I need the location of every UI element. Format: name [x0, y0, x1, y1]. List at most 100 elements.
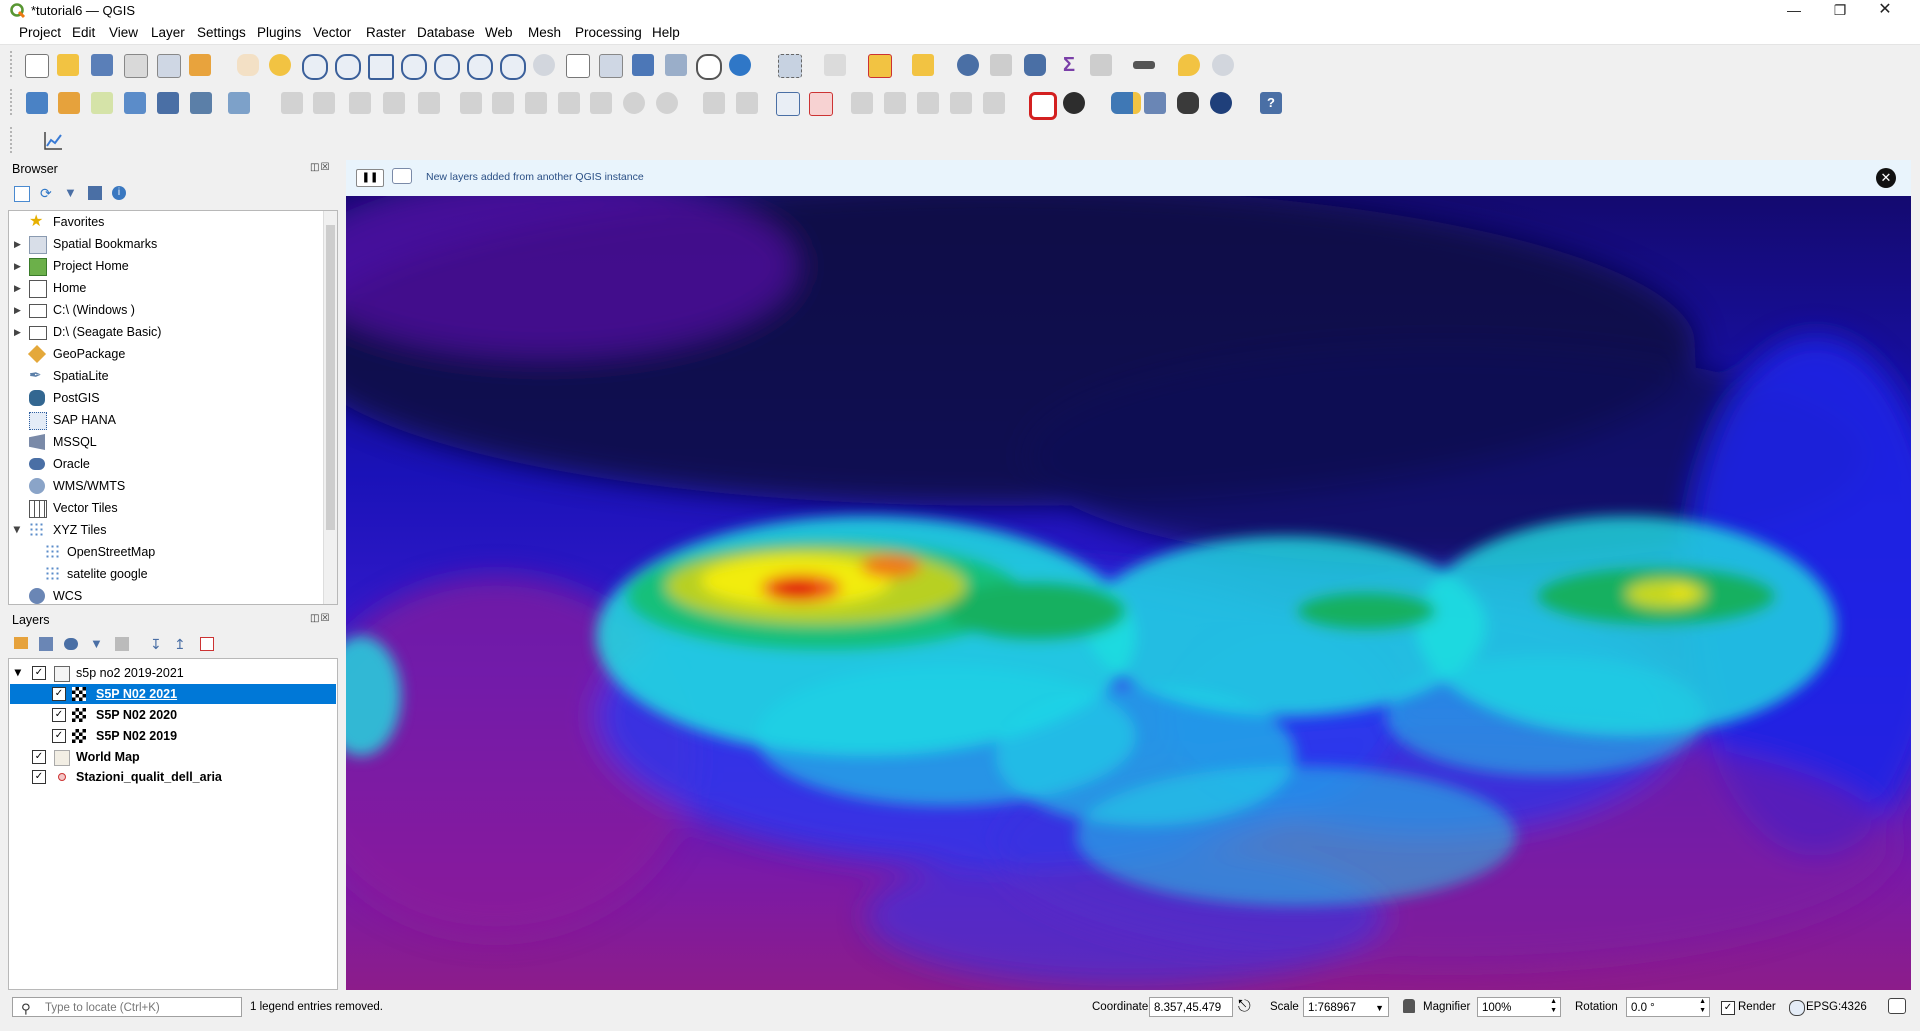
new-print-layout-icon[interactable]	[124, 54, 148, 78]
globe-icon[interactable]	[1210, 92, 1232, 114]
browser-item-openstreetmap[interactable]: OpenStreetMap	[9, 541, 327, 563]
browser-item-spatialite[interactable]: ✒ SpatiaLite	[9, 365, 327, 387]
menu-vector[interactable]: Vector	[313, 25, 351, 40]
crs-globe-icon[interactable]	[1789, 1000, 1805, 1016]
minimize-button[interactable]: —	[1771, 0, 1817, 22]
layout-manager-icon[interactable]	[157, 54, 181, 78]
show-bookmarks-icon[interactable]	[665, 54, 687, 76]
plot-chart-icon[interactable]	[42, 130, 64, 152]
close-window-button[interactable]: ✕	[1862, 0, 1908, 22]
browser-item-project-home[interactable]: ▶ Project Home	[9, 255, 327, 277]
expand-all-icon[interactable]: ↧	[150, 636, 162, 653]
toolbar-handle[interactable]	[10, 127, 15, 153]
zoom-out-icon[interactable]	[335, 54, 361, 80]
expand-arrow-icon[interactable]: ▶	[14, 321, 21, 343]
browser-item-home[interactable]: ▶ Home	[9, 277, 327, 299]
toggle-editing-icon[interactable]	[313, 92, 335, 114]
map-tips-icon[interactable]	[1178, 54, 1200, 76]
menu-edit[interactable]: Edit	[72, 25, 95, 40]
menu-view[interactable]: View	[109, 25, 138, 40]
crs-label[interactable]: EPSG:4326	[1806, 1001, 1867, 1013]
delete-selected-icon[interactable]	[492, 92, 514, 114]
browser-item-wcs[interactable]: WCS	[9, 585, 327, 604]
messages-icon[interactable]	[1888, 998, 1906, 1014]
vertex-tool-icon[interactable]	[418, 92, 440, 114]
browser-scrollbar-thumb[interactable]	[326, 225, 335, 530]
python-console-icon[interactable]	[1111, 92, 1141, 114]
browser-item-vector-tiles[interactable]: Vector Tiles	[9, 497, 327, 519]
collapse-all-layers-icon[interactable]: ↥	[174, 636, 186, 653]
add-selected-layers-icon[interactable]	[14, 186, 30, 202]
menu-project[interactable]: Project	[19, 25, 61, 40]
modify-attributes-icon[interactable]	[460, 92, 482, 114]
layer-row-s5p-no2-2021[interactable]: ✓ S5P N02 2021	[10, 684, 336, 704]
identify-features-icon[interactable]	[957, 54, 979, 76]
layer-visibility-checkbox[interactable]: ✓	[32, 770, 46, 784]
menu-settings[interactable]: Settings	[197, 25, 246, 40]
collapse-arrow-icon[interactable]: ▶	[8, 670, 28, 677]
locator-search-icon[interactable]	[1212, 54, 1234, 76]
browser-item-sap-hana[interactable]: SAP HANA	[9, 409, 327, 431]
menu-mesh[interactable]: Mesh	[528, 25, 561, 40]
collapse-all-icon[interactable]	[88, 186, 102, 200]
filter-browser-icon[interactable]: ▼	[64, 185, 77, 200]
expand-arrow-icon[interactable]: ▶	[14, 277, 21, 299]
measure-line-icon[interactable]	[1133, 61, 1155, 69]
menu-plugins[interactable]: Plugins	[257, 25, 301, 40]
pause-icon[interactable]: ❚❚	[356, 169, 384, 187]
browser-item-mssql[interactable]: MSSQL	[9, 431, 327, 453]
menu-processing[interactable]: Processing	[575, 25, 642, 40]
paste-features-icon[interactable]	[590, 92, 612, 114]
new-temporary-layer-icon[interactable]	[157, 92, 179, 114]
browser-item-xyz-tiles[interactable]: ▶ XYZ Tiles	[9, 519, 327, 541]
layers-dock-buttons[interactable]: ◫☒	[310, 613, 330, 624]
menu-database[interactable]: Database	[417, 25, 475, 40]
filter-by-expression-icon[interactable]	[115, 637, 129, 651]
select-by-value-icon[interactable]	[824, 54, 846, 76]
browser-dock-buttons[interactable]: ◫☒	[310, 162, 330, 173]
magnifier-spinbox[interactable]: 100% ▲ ▼	[1477, 997, 1561, 1017]
layer-group-row[interactable]: ▶ ✓ s5p no2 2019-2021	[10, 663, 336, 683]
expand-arrow-icon[interactable]: ▶	[14, 233, 21, 255]
lock-scale-icon[interactable]	[1403, 999, 1415, 1013]
browser-item-spatial-bookmarks[interactable]: ▶ Spatial Bookmarks	[9, 233, 327, 255]
coordinate-field[interactable]: 8.357,45.479	[1149, 997, 1233, 1017]
new-map-view-icon[interactable]	[566, 54, 590, 78]
layer-row-s5p-no2-2020[interactable]: ✓ S5P N02 2020	[10, 705, 336, 725]
new-bookmark-icon[interactable]	[632, 54, 654, 76]
statistics-sum-icon[interactable]: Σ	[1058, 54, 1080, 76]
menu-help[interactable]: Help	[652, 25, 680, 40]
toolbar-handle[interactable]	[10, 51, 15, 77]
layer-row-s5p-no2-2019[interactable]: ✓ S5P N02 2019	[10, 726, 336, 746]
new-geopackage-layer-icon[interactable]	[58, 92, 80, 114]
browser-item-oracle[interactable]: Oracle	[9, 453, 327, 475]
zoom-native-icon[interactable]	[500, 54, 526, 80]
zoom-rubberband-icon[interactable]	[368, 54, 394, 80]
layer-labeling-icon[interactable]	[776, 92, 800, 116]
add-spatialite-layer-icon[interactable]	[124, 92, 146, 114]
zoom-layer-icon[interactable]	[467, 54, 493, 80]
help-icon[interactable]: ?	[1260, 92, 1282, 114]
style-manager-icon[interactable]	[189, 54, 211, 76]
browser-item-geopackage[interactable]: GeoPackage	[9, 343, 327, 365]
no2-raster-map[interactable]	[346, 196, 1911, 990]
map-canvas[interactable]	[346, 196, 1911, 990]
browser-item-favorites[interactable]: ★ Favorites	[9, 211, 327, 233]
binoculars-icon[interactable]	[1177, 92, 1199, 114]
layer-visibility-checkbox[interactable]: ✓	[52, 729, 66, 743]
browser-item-d-drive[interactable]: ▶ D:\ (Seagate Basic)	[9, 321, 327, 343]
quickmap-services-icon[interactable]	[1063, 92, 1085, 114]
move-label-icon[interactable]	[917, 92, 939, 114]
graphical-modeler-icon[interactable]	[1144, 92, 1166, 114]
collapse-arrow-icon[interactable]: ▶	[9, 527, 28, 534]
add-raster-layer-icon[interactable]	[190, 92, 212, 114]
zoom-full-icon[interactable]	[401, 54, 427, 80]
layer-visibility-checkbox[interactable]: ✓	[52, 708, 66, 722]
field-calculator-icon[interactable]	[1090, 54, 1112, 76]
pan-hand-icon[interactable]	[237, 54, 259, 76]
add-vector-layer-icon[interactable]	[91, 92, 113, 114]
browser-scrollbar[interactable]	[323, 211, 337, 604]
zoom-selection-icon[interactable]	[434, 54, 460, 80]
zoom-last-icon[interactable]	[533, 54, 555, 76]
open-project-icon[interactable]	[57, 54, 79, 76]
